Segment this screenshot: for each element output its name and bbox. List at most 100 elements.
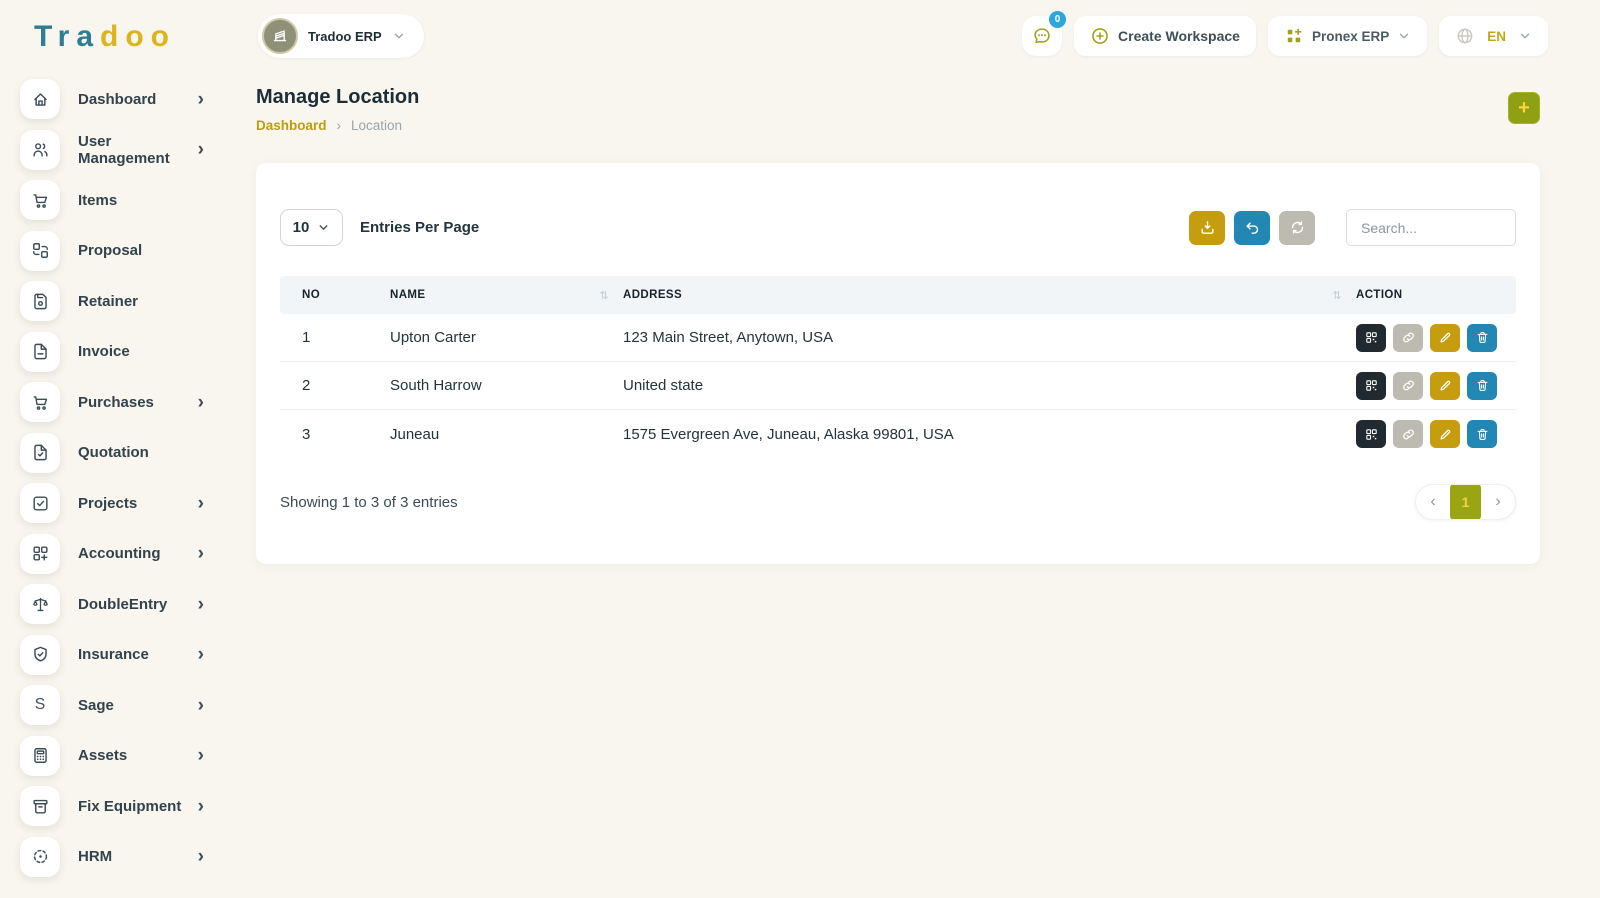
pencil-icon (1438, 427, 1453, 442)
grid-plus-icon (20, 534, 60, 574)
sidebar-item-doubleentry[interactable]: DoubleEntry › (0, 579, 230, 630)
sidebar-item-quotation[interactable]: Quotation (0, 428, 230, 479)
sidebar-item-dashboard[interactable]: Dashboard › (0, 74, 230, 125)
entries-per-page-select[interactable]: 10 (280, 209, 343, 246)
create-workspace-button[interactable]: Create Workspace (1074, 16, 1256, 56)
table-footer: Showing 1 to 3 of 3 entries ‹ 1 › (280, 484, 1516, 520)
sidebar-item-label: HRM (78, 848, 112, 865)
cell-action (1356, 372, 1516, 400)
chevron-right-icon: › (198, 746, 204, 765)
chevron-right-icon: › (198, 645, 204, 664)
sidebar-item-invoice[interactable]: Invoice (0, 327, 230, 378)
chevron-right-icon: › (198, 494, 204, 513)
chat-button[interactable]: 0 (1022, 16, 1062, 56)
search-input[interactable] (1346, 209, 1516, 246)
chat-icon (1031, 25, 1053, 47)
cell-no: 1 (280, 329, 390, 346)
cell-address: 123 Main Street, Anytown, USA (623, 329, 1356, 346)
file-check-icon (20, 433, 60, 473)
check-square-icon (20, 483, 60, 523)
link-action-button[interactable] (1393, 420, 1423, 448)
chevron-left-icon: ‹ (1430, 493, 1435, 511)
refresh-button[interactable] (1279, 211, 1315, 245)
add-location-button[interactable]: + (1508, 92, 1540, 124)
pagination-next-button[interactable]: › (1481, 484, 1515, 520)
showing-entries-text: Showing 1 to 3 of 3 entries (280, 494, 458, 511)
sidebar-item-sage[interactable]: S Sage › (0, 680, 230, 731)
sidebar-item-insurance[interactable]: Insurance › (0, 630, 230, 681)
chevron-right-icon: › (198, 847, 204, 866)
location-table-card: 10 Entries Per Page (256, 163, 1540, 564)
breadcrumb-dashboard-link[interactable]: Dashboard (256, 118, 327, 133)
cart-icon (20, 382, 60, 422)
sidebar-item-proposal[interactable]: Proposal (0, 226, 230, 277)
column-header-address[interactable]: ADDRESS ⇅ (623, 289, 1356, 302)
undo-button[interactable] (1234, 211, 1270, 245)
pagination-prev-button[interactable]: ‹ (1416, 484, 1450, 520)
delete-action-button[interactable] (1467, 420, 1497, 448)
cell-action (1356, 324, 1516, 352)
breadcrumb-current: Location (351, 118, 402, 133)
scale-icon (20, 584, 60, 624)
sort-icon[interactable]: ⇅ (599, 289, 609, 302)
plus-icon: + (1518, 98, 1530, 118)
edit-action-button[interactable] (1430, 372, 1460, 400)
sidebar-item-label: Purchases (78, 394, 154, 411)
sidebar-item-assets[interactable]: Assets › (0, 731, 230, 782)
entries-per-page-label: Entries Per Page (360, 219, 479, 236)
content: Manage Location Dashboard › Location + 1… (230, 62, 1600, 564)
sidebar-item-purchases[interactable]: Purchases › (0, 377, 230, 428)
active-workspace-dropdown[interactable]: Pronex ERP (1268, 16, 1427, 56)
chevron-right-icon: › (1495, 493, 1500, 511)
table-controls: 10 Entries Per Page (280, 209, 1516, 246)
table-header-row: NO NAME ⇅ ADDRESS ⇅ ACTION (280, 276, 1516, 314)
pencil-icon (1438, 378, 1453, 393)
cell-address: 1575 Evergreen Ave, Juneau, Alaska 99801… (623, 426, 1356, 443)
globe-icon (1455, 26, 1475, 46)
language-selector[interactable]: EN (1439, 16, 1548, 56)
active-workspace-label: Pronex ERP (1312, 29, 1389, 44)
sidebar-item-accounting[interactable]: Accounting › (0, 529, 230, 580)
export-download-button[interactable] (1189, 211, 1225, 245)
trash-icon (1475, 427, 1490, 442)
sidebar-item-label: Retainer (78, 293, 138, 310)
sidebar-item-projects[interactable]: Projects › (0, 478, 230, 529)
sidebar-item-label: Proposal (78, 242, 142, 259)
logo-text-teal: Tra (34, 20, 100, 53)
workspace-selector[interactable]: Tradoo ERP (258, 14, 424, 58)
link-action-button[interactable] (1393, 372, 1423, 400)
pagination-page-1[interactable]: 1 (1450, 484, 1481, 520)
chat-badge: 0 (1049, 11, 1066, 28)
undo-icon (1244, 219, 1261, 236)
sidebar-item-user-management[interactable]: User Management › (0, 125, 230, 176)
sidebar-item-items[interactable]: Items (0, 175, 230, 226)
chevron-down-icon (392, 29, 406, 43)
grid-action-button[interactable] (1356, 372, 1386, 400)
cart-icon (20, 180, 60, 220)
sidebar-item-fix-equipment[interactable]: Fix Equipment › (0, 781, 230, 832)
grid-action-button[interactable] (1356, 420, 1386, 448)
table-row: 1 Upton Carter 123 Main Street, Anytown,… (280, 314, 1516, 362)
chevron-down-icon (317, 221, 330, 234)
calculator-icon (20, 736, 60, 776)
sort-icon[interactable]: ⇅ (1332, 289, 1342, 302)
edit-action-button[interactable] (1430, 420, 1460, 448)
trash-icon (1475, 378, 1490, 393)
file-icon (20, 332, 60, 372)
cell-no: 2 (280, 377, 390, 394)
edit-action-button[interactable] (1430, 324, 1460, 352)
column-header-name[interactable]: NAME ⇅ (390, 289, 623, 302)
pagination: ‹ 1 › (1415, 484, 1516, 520)
topbar-right: 0 Create Workspace Pronex ERP EN (1022, 16, 1548, 56)
chevron-right-icon: › (198, 797, 204, 816)
link-action-button[interactable] (1393, 324, 1423, 352)
grid-action-button[interactable] (1356, 324, 1386, 352)
sidebar-item-hrm[interactable]: HRM › (0, 832, 230, 883)
chevron-right-icon: › (198, 595, 204, 614)
qr-grid-icon (1364, 378, 1379, 393)
sidebar-item-retainer[interactable]: Retainer (0, 276, 230, 327)
trash-icon (1475, 330, 1490, 345)
plus-circle-icon (1090, 26, 1110, 46)
delete-action-button[interactable] (1467, 372, 1497, 400)
delete-action-button[interactable] (1467, 324, 1497, 352)
